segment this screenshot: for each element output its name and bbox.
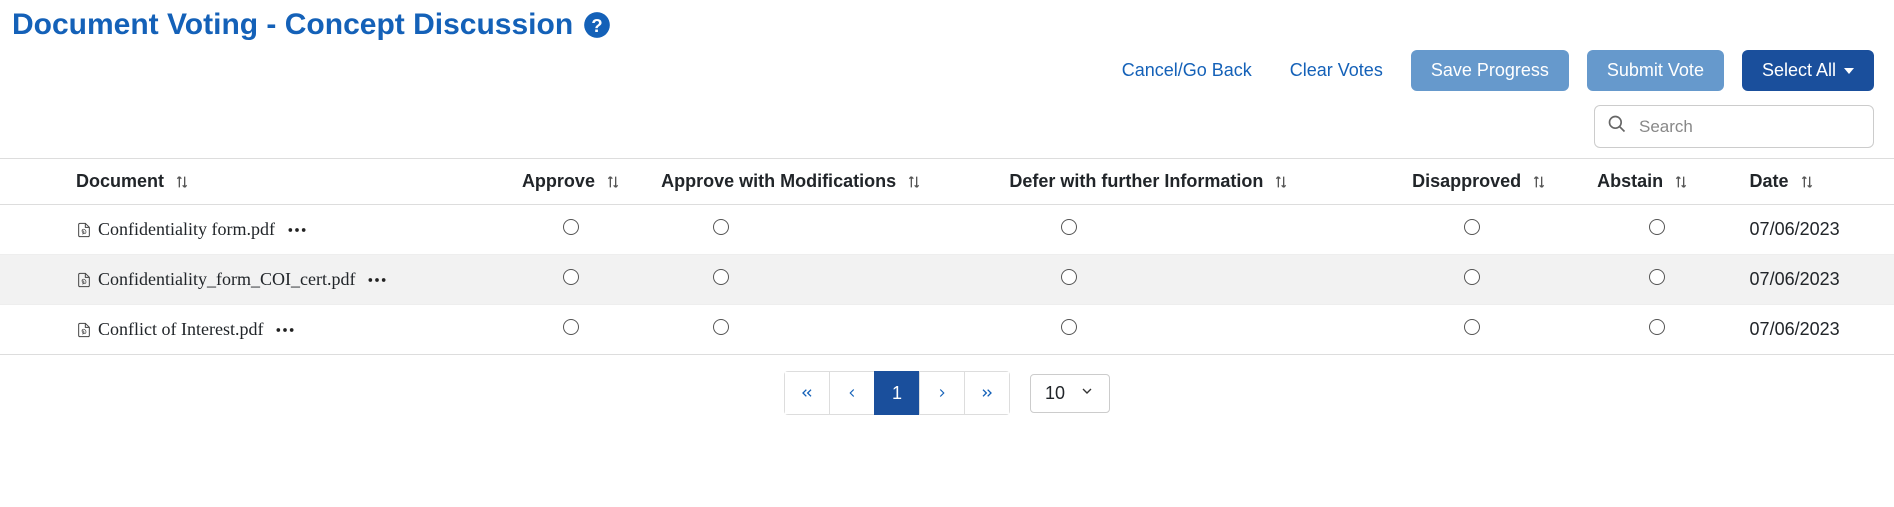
abstain-radio[interactable] — [1649, 219, 1665, 235]
document-name[interactable]: Confidentiality form.pdf — [98, 219, 275, 240]
more-options-icon[interactable] — [275, 326, 295, 334]
column-header-abstain[interactable]: Abstain — [1589, 159, 1741, 205]
column-header-date[interactable]: Date — [1742, 159, 1894, 205]
cancel-button[interactable]: Cancel/Go Back — [1112, 52, 1262, 89]
approve-mod-radio[interactable] — [713, 269, 729, 285]
approve-radio[interactable] — [563, 269, 579, 285]
more-options-icon[interactable] — [287, 226, 307, 234]
chevron-right-icon — [935, 386, 949, 400]
abstain-radio[interactable] — [1649, 319, 1665, 335]
page-size-select[interactable]: 10 — [1030, 374, 1110, 413]
svg-text:?: ? — [591, 15, 602, 36]
sort-icon[interactable] — [1799, 174, 1815, 190]
select-all-label: Select All — [1762, 60, 1836, 81]
pdf-file-icon — [76, 271, 92, 289]
approve-radio[interactable] — [563, 319, 579, 335]
clear-votes-button[interactable]: Clear Votes — [1280, 52, 1393, 89]
page-prev-button[interactable] — [829, 371, 875, 415]
voting-table: Document Approve Approve with Modificati… — [0, 158, 1894, 355]
sort-icon[interactable] — [906, 174, 922, 190]
table-row: Confidentiality_form_COI_cert.pdf 07/06/2… — [0, 255, 1894, 305]
pdf-file-icon — [76, 321, 92, 339]
approve-radio[interactable] — [563, 219, 579, 235]
column-label: Disapproved — [1412, 171, 1521, 192]
search-input[interactable] — [1637, 116, 1862, 138]
page-size-value: 10 — [1045, 383, 1065, 404]
date-value: 07/06/2023 — [1750, 269, 1840, 289]
sort-icon[interactable] — [1273, 174, 1289, 190]
sort-icon[interactable] — [1531, 174, 1547, 190]
chevron-down-icon — [1079, 383, 1095, 404]
page-title-text: Document Voting - Concept Discussion — [12, 8, 573, 42]
page-number-button[interactable]: 1 — [874, 371, 920, 415]
table-row: Confidentiality form.pdf 07/06/2023 — [0, 205, 1894, 255]
sort-icon[interactable] — [174, 174, 190, 190]
caret-down-icon — [1844, 68, 1854, 74]
chevron-double-left-icon — [799, 385, 815, 401]
disapproved-radio[interactable] — [1464, 219, 1480, 235]
column-label: Approve — [522, 171, 595, 192]
column-header-disapproved[interactable]: Disapproved — [1404, 159, 1589, 205]
column-label: Defer with further Information — [1009, 171, 1263, 192]
search-icon — [1607, 114, 1627, 139]
column-header-approve[interactable]: Approve — [490, 159, 653, 205]
pagination: 1 10 — [0, 355, 1894, 431]
approve-mod-radio[interactable] — [713, 219, 729, 235]
column-label: Date — [1750, 171, 1789, 192]
more-options-icon[interactable] — [367, 276, 387, 284]
search-box[interactable] — [1594, 105, 1874, 148]
sort-icon[interactable] — [605, 174, 621, 190]
defer-radio[interactable] — [1061, 269, 1077, 285]
submit-vote-button[interactable]: Submit Vote — [1587, 50, 1724, 91]
column-header-approve-mod[interactable]: Approve with Modifications — [653, 159, 1001, 205]
toolbar: Cancel/Go Back Clear Votes Save Progress… — [0, 42, 1894, 105]
select-all-button[interactable]: Select All — [1742, 50, 1874, 91]
column-label: Approve with Modifications — [661, 171, 896, 192]
document-name[interactable]: Conflict of Interest.pdf — [98, 319, 263, 340]
disapproved-radio[interactable] — [1464, 319, 1480, 335]
pdf-file-icon — [76, 221, 92, 239]
abstain-radio[interactable] — [1649, 269, 1665, 285]
page-next-button[interactable] — [919, 371, 965, 415]
column-label: Document — [76, 171, 164, 192]
page-first-button[interactable] — [784, 371, 830, 415]
approve-mod-radio[interactable] — [713, 319, 729, 335]
chevron-double-right-icon — [979, 385, 995, 401]
help-icon[interactable]: ? — [583, 11, 611, 39]
date-value: 07/06/2023 — [1750, 219, 1840, 239]
defer-radio[interactable] — [1061, 319, 1077, 335]
column-label: Abstain — [1597, 171, 1663, 192]
chevron-left-icon — [845, 386, 859, 400]
date-value: 07/06/2023 — [1750, 319, 1840, 339]
column-header-document[interactable]: Document — [0, 159, 490, 205]
save-progress-button[interactable]: Save Progress — [1411, 50, 1569, 91]
column-header-defer[interactable]: Defer with further Information — [1001, 159, 1404, 205]
defer-radio[interactable] — [1061, 219, 1077, 235]
page-title: Document Voting - Concept Discussion ? — [12, 8, 611, 42]
sort-icon[interactable] — [1673, 174, 1689, 190]
disapproved-radio[interactable] — [1464, 269, 1480, 285]
document-name[interactable]: Confidentiality_form_COI_cert.pdf — [98, 269, 355, 290]
table-row: Conflict of Interest.pdf 07/06/2023 — [0, 305, 1894, 355]
page-last-button[interactable] — [964, 371, 1010, 415]
